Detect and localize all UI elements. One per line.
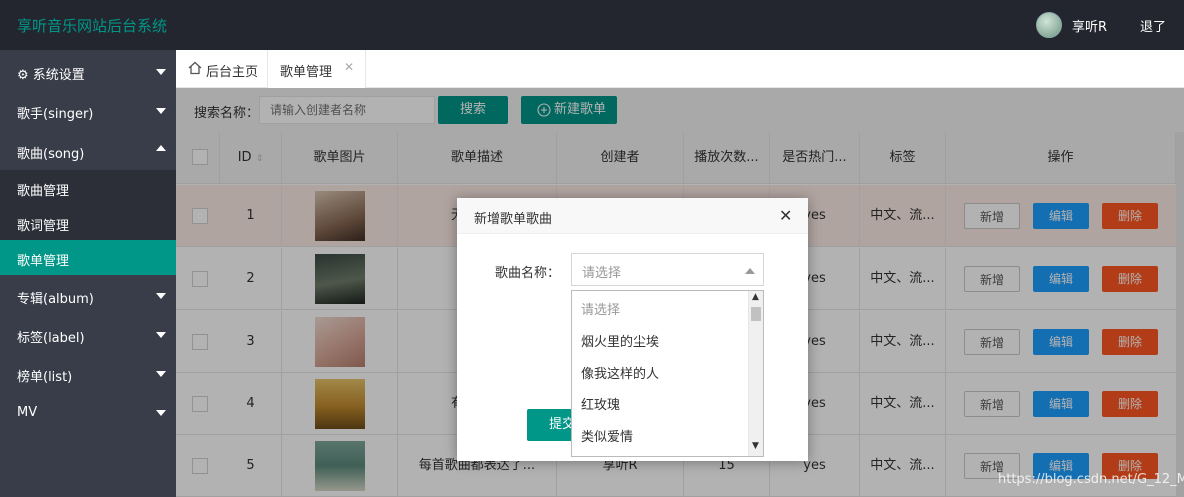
modal-overlay-top [176, 88, 1184, 132]
scroll-up-icon[interactable]: ▲ [752, 292, 759, 302]
sidebar-item-singer[interactable]: 歌手(singer) [0, 91, 176, 131]
sidebar-item-label: ⚙ 系统设置 [17, 68, 85, 83]
dropdown-option[interactable]: 请选择 [572, 295, 748, 327]
sidebar-item-label: MV [17, 405, 38, 420]
chevron-down-icon [156, 410, 166, 416]
chevron-up-icon [745, 268, 755, 274]
watermark: https://blog.csdn.net/G_12_M [998, 472, 1184, 487]
top-header: 享听音乐网站后台系统 享听R 退了 [0, 0, 1184, 50]
chevron-down-icon [156, 293, 166, 299]
dropdown-option[interactable]: 像我这样的人 [572, 359, 748, 391]
avatar[interactable] [1036, 12, 1062, 38]
sidebar-item-label-tags[interactable]: 标签(label) [0, 315, 176, 355]
sidebar-subitem-label: 歌曲管理 [17, 184, 70, 199]
sidebar-item-system-settings[interactable]: ⚙ 系统设置 [0, 52, 176, 92]
modal-header: 新增歌单歌曲 ✕ [457, 198, 808, 234]
dropdown-option[interactable]: 红玫瑰 [572, 390, 748, 422]
sidebar-subitem-lyrics-manage[interactable]: 歌词管理 [0, 205, 176, 240]
sidebar-item-mv[interactable]: MV [0, 393, 176, 433]
song-name-label: 歌曲名称： [495, 266, 561, 281]
tab-playlist-manage[interactable]: 歌单管理 ✕ [268, 50, 366, 88]
chevron-down-icon [156, 332, 166, 338]
chevron-down-icon [156, 371, 166, 377]
modal-title: 新增歌单歌曲 [474, 212, 553, 227]
sidebar-subitem-song-manage[interactable]: 歌曲管理 [0, 170, 176, 205]
select-value: 请选择 [582, 266, 622, 281]
sidebar-item-label: 标签(label) [17, 331, 85, 346]
chevron-down-icon [156, 69, 166, 75]
app-logo-title[interactable]: 享听音乐网站后台系统 [17, 15, 167, 36]
scroll-thumb[interactable] [751, 307, 761, 321]
tab-bar: 后台主页 歌单管理 ✕ [176, 50, 1184, 88]
sidebar-subitem-playlist-manage[interactable]: 歌单管理 [0, 240, 176, 275]
sidebar-item-list[interactable]: 榜单(list) [0, 354, 176, 394]
tab-label: 后台主页 [206, 65, 259, 80]
tab-label: 歌单管理 [280, 65, 333, 80]
sidebar-subitem-label: 歌单管理 [17, 254, 70, 269]
dropdown-option[interactable]: 类似爱情 [572, 422, 748, 454]
username-link[interactable]: 享听R [1072, 16, 1107, 35]
sidebar-item-label: 专辑(album) [17, 292, 94, 307]
close-icon[interactable]: ✕ [779, 206, 792, 225]
sidebar: ⚙ 系统设置 歌手(singer) 歌曲(song) 歌曲管理 歌词管理 歌单管… [0, 50, 176, 497]
sidebar-subitem-label: 歌词管理 [17, 219, 70, 234]
tab-home[interactable]: 后台主页 [176, 50, 268, 88]
sidebar-item-label: 歌曲(song) [17, 147, 85, 162]
close-icon[interactable]: ✕ [344, 60, 354, 74]
chevron-up-icon [156, 145, 166, 151]
dropdown-scrollbar[interactable]: ▲ ▼ [748, 291, 763, 456]
scroll-down-icon[interactable]: ▼ [752, 441, 759, 451]
sidebar-item-label: 榜单(list) [17, 370, 73, 385]
song-select[interactable]: 请选择 [571, 253, 764, 286]
dropdown-option[interactable]: 烟火里的尘埃 [572, 327, 748, 359]
chevron-down-icon [156, 108, 166, 114]
sidebar-item-song[interactable]: 歌曲(song) [0, 131, 176, 171]
song-select-dropdown: 请选择 烟火里的尘埃 像我这样的人 红玫瑰 类似爱情 ▲ ▼ [571, 290, 764, 457]
sidebar-item-album[interactable]: 专辑(album) [0, 276, 176, 316]
sidebar-item-label: 歌手(singer) [17, 107, 94, 122]
home-icon [188, 61, 202, 75]
logout-link[interactable]: 退了 [1140, 16, 1166, 35]
